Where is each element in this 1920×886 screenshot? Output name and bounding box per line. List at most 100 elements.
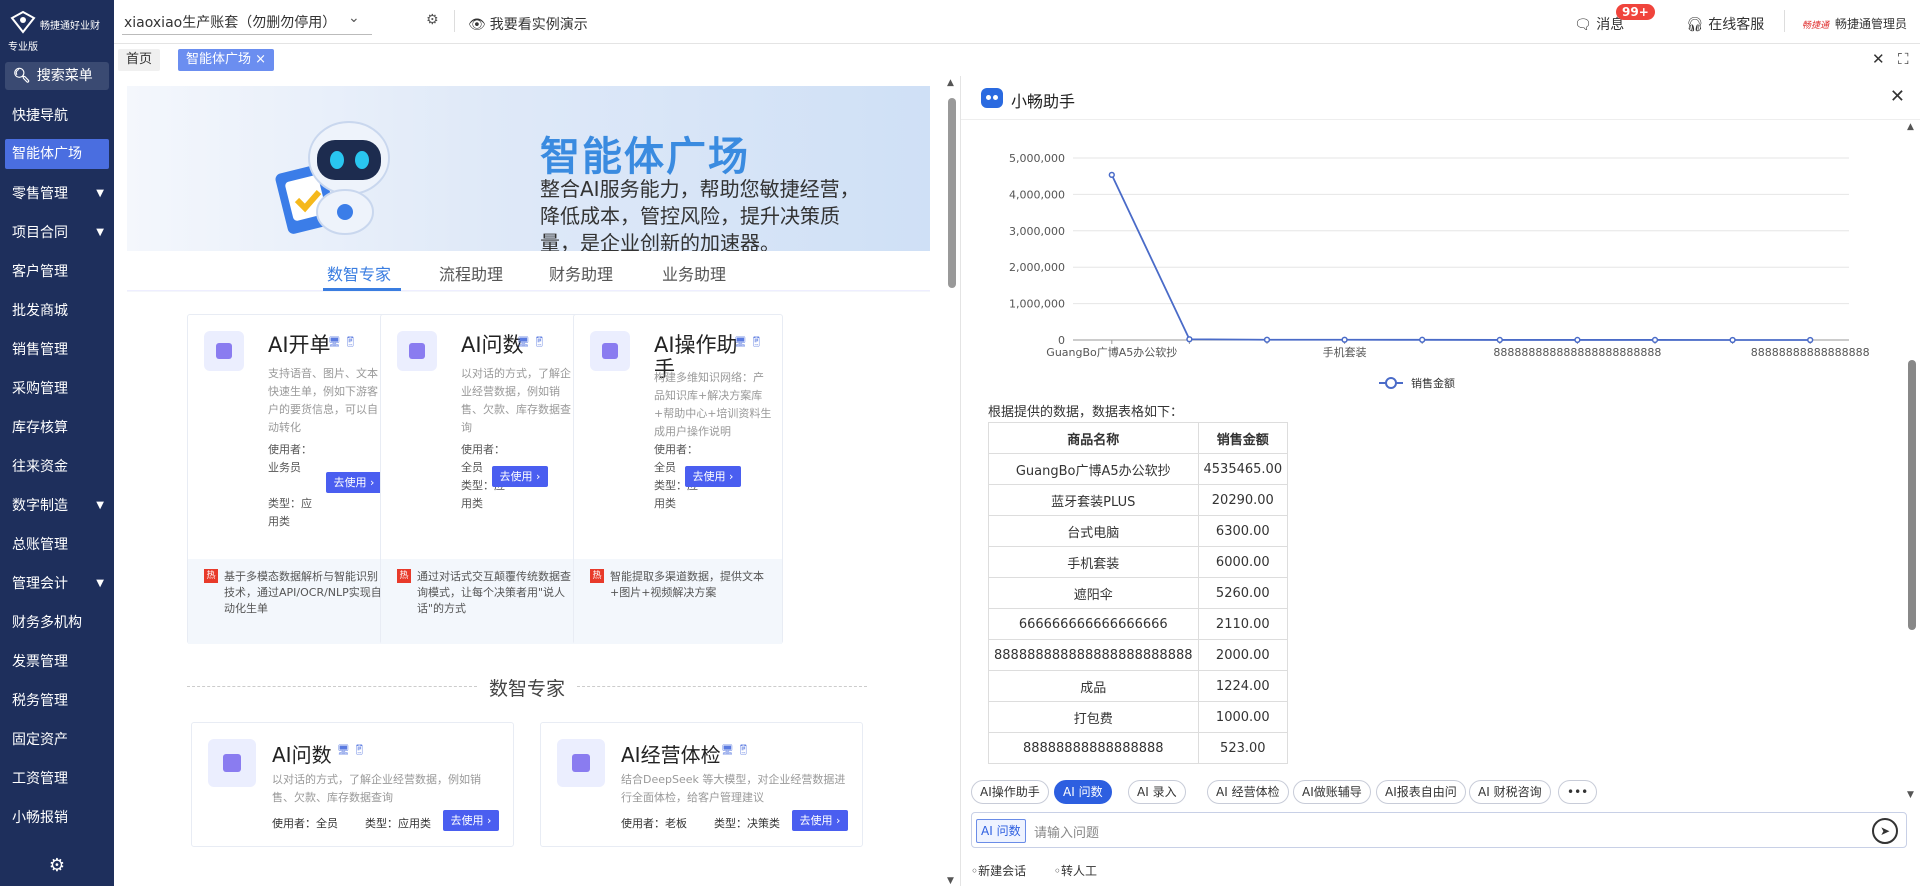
- hot-text: 智能提取多渠道数据，提供文本+图片+视频解决方案: [610, 570, 764, 599]
- transfer-human-link[interactable]: ◦转人工: [1054, 864, 1109, 878]
- tab-data-expert[interactable]: 数智专家: [327, 261, 391, 285]
- scroll-down-icon[interactable]: ▼: [947, 876, 954, 886]
- tab-agent-plaza[interactable]: 智能体广场 ×: [178, 49, 275, 71]
- chevron-down-icon[interactable]: ⌄: [348, 10, 360, 26]
- sidebar-item-label: 批发商城: [12, 303, 68, 319]
- user-company-logo: 畅捷通: [1802, 21, 1830, 31]
- sidebar-item[interactable]: 总账管理: [0, 529, 114, 568]
- desktop-mobile-icon: 🖥︎ 📱︎: [328, 337, 357, 348]
- question-input[interactable]: 请输入问题: [1034, 822, 1099, 841]
- tab-business-assistant[interactable]: 业务助理: [662, 261, 726, 285]
- quick-button[interactable]: •••: [1558, 780, 1598, 804]
- user-name: 畅捷通管理员: [1835, 17, 1908, 31]
- use-button-label: 去使用: [333, 476, 367, 489]
- sidebar-item[interactable]: 税务管理: [0, 685, 114, 724]
- quick-button[interactable]: AI报表自由问: [1376, 780, 1466, 804]
- search-menu-button[interactable]: 🔍︎ 搜索菜单: [5, 62, 109, 90]
- account-selector[interactable]: xiaoxiao生产账套（勿删勿停用）: [124, 12, 336, 32]
- online-service-button[interactable]: 🎧︎ 在线客服: [1686, 14, 1764, 34]
- sidebar-item[interactable]: 项目合同 ▼: [0, 217, 114, 256]
- hot-text: 通过对话式交互颠覆传统数据查询模式，让每个决策者用"说人话"的方式: [417, 570, 571, 615]
- close-icon[interactable]: ×: [255, 52, 266, 67]
- tab-home[interactable]: 首页: [118, 49, 161, 71]
- sidebar-item[interactable]: 管理会计 ▼: [0, 568, 114, 607]
- sidebar-item[interactable]: 小畅报销: [0, 802, 114, 841]
- scrollbar-thumb[interactable]: [1908, 360, 1916, 630]
- tab-finance-assistant[interactable]: 财务助理: [549, 261, 613, 285]
- card-hot-note: 热基于多模态数据解析与智能识别技术，通过API/OCR/NLP实现自动化生单: [188, 559, 396, 644]
- table-header-row: 商品名称 销售金额: [988, 422, 1289, 454]
- cell-product: 遮阳伞: [988, 577, 1199, 609]
- cell-product: GuangBo广博A5办公软抄: [988, 453, 1199, 485]
- data-point: [1496, 336, 1503, 344]
- assistant-scrollbar[interactable]: ▲ ▼: [1905, 120, 1919, 800]
- quick-button[interactable]: AI 经营体检: [1207, 780, 1289, 804]
- use-button-label: 去使用: [450, 814, 484, 827]
- fullscreen-icon[interactable]: ⛶: [1898, 50, 1909, 68]
- close-panel-icon[interactable]: ✕: [1872, 50, 1885, 68]
- sidebar-item[interactable]: 零售管理 ▼: [0, 178, 114, 217]
- messages-button[interactable]: 🗨︎ 消息: [1574, 14, 1624, 34]
- mode-tag[interactable]: AI 问数: [976, 819, 1026, 843]
- sidebar-item[interactable]: 智能体广场: [5, 139, 109, 169]
- settings-gear-icon[interactable]: ⚙: [0, 846, 114, 886]
- sidebar-item[interactable]: 批发商城: [0, 295, 114, 334]
- x-tick-label: 88888888888888888: [1751, 346, 1870, 359]
- use-button[interactable]: 去使用 ›: [492, 466, 548, 487]
- sidebar-item-label: 项目合同: [12, 225, 68, 241]
- use-button[interactable]: 去使用 ›: [792, 810, 848, 831]
- expert-card-ai-query: AI问数 🖥︎ 📱︎ 以对话的方式，了解企业经营数据，例如销售、欠款、库存数据查…: [191, 722, 514, 847]
- demo-link[interactable]: 👁︎ 我要看实例演示: [468, 14, 588, 34]
- new-chat-link[interactable]: ◦新建会话: [971, 864, 1038, 878]
- sidebar-item[interactable]: 采购管理: [0, 373, 114, 412]
- scrollbar-thumb[interactable]: [948, 98, 956, 288]
- question-input-box[interactable]: AI 问数 请输入问题 ➤: [971, 812, 1907, 848]
- user-menu[interactable]: 畅捷通 畅捷通管理员: [1802, 15, 1907, 32]
- x-tick-label: 888888888888888888888888: [1493, 346, 1661, 359]
- quick-button[interactable]: AI 录入: [1128, 780, 1186, 804]
- quick-button[interactable]: AI 问数: [1054, 780, 1112, 804]
- tab-process-assistant[interactable]: 流程助理: [439, 261, 503, 285]
- hot-text: 基于多模态数据解析与智能识别技术，通过API/OCR/NLP实现自动化生单: [224, 570, 382, 615]
- sidebar-item[interactable]: 发票管理: [0, 646, 114, 685]
- data-point: [1807, 336, 1814, 344]
- cell-amount: 1224.00: [1197, 670, 1289, 702]
- scroll-down-icon[interactable]: ▼: [1907, 790, 1914, 800]
- sidebar-item[interactable]: 库存核算: [0, 412, 114, 451]
- main-content: 智能体广场 整合AI服务能力，帮助您敏捷经营，降低成本，管控风险，提升决策质量，…: [127, 86, 930, 886]
- use-button[interactable]: 去使用 ›: [443, 810, 499, 831]
- sidebar-item-label: 零售管理: [12, 186, 68, 202]
- cell-amount: 6000.00: [1197, 546, 1289, 578]
- sidebar-item-label: 采购管理: [12, 381, 68, 397]
- sidebar-item[interactable]: 数字制造 ▼: [0, 490, 114, 529]
- use-button[interactable]: 去使用 ›: [326, 472, 382, 493]
- sidebar-item[interactable]: 销售管理: [0, 334, 114, 373]
- sidebar-item[interactable]: 财务多机构: [0, 607, 114, 646]
- brand-logo-icon: [10, 10, 36, 34]
- sidebar-item[interactable]: 往来资金: [0, 451, 114, 490]
- active-tab-underline: [323, 288, 401, 291]
- close-icon[interactable]: ✕: [1890, 86, 1905, 107]
- sidebar-item[interactable]: 固定资产: [0, 724, 114, 763]
- y-tick-label: 4,000,000: [1009, 188, 1065, 201]
- desktop-mobile-icon: 🖥︎ 📱︎: [734, 337, 763, 348]
- demo-label: 我要看实例演示: [489, 17, 588, 33]
- sidebar-item[interactable]: 工资管理: [0, 763, 114, 802]
- quick-button[interactable]: AI 财税咨询: [1469, 780, 1551, 804]
- sidebar-item[interactable]: 客户管理: [0, 256, 114, 295]
- scroll-up-icon[interactable]: ▲: [947, 78, 954, 88]
- main-scrollbar[interactable]: ▲ ▼: [946, 76, 958, 886]
- caret-down-icon: ▼: [96, 578, 104, 589]
- quick-button[interactable]: AI做账辅导: [1293, 780, 1371, 804]
- data-query-icon: [208, 739, 256, 787]
- card-description: 以对话的方式，了解企业经营数据，例如销售、欠款、库存数据查询: [272, 773, 481, 804]
- quick-button[interactable]: AI操作助手: [971, 780, 1049, 804]
- sidebar-item-label: 客户管理: [12, 264, 68, 280]
- send-icon[interactable]: ➤: [1872, 818, 1898, 844]
- settings-icon[interactable]: ⚙: [426, 12, 439, 28]
- table-row: 666666666666666666 2110.00: [988, 608, 1289, 640]
- x-tick-label: 手机套装: [1323, 345, 1367, 359]
- scroll-up-icon[interactable]: ▲: [1907, 122, 1914, 132]
- use-button[interactable]: 去使用 ›: [685, 466, 741, 487]
- sidebar-item[interactable]: 快捷导航: [0, 100, 114, 139]
